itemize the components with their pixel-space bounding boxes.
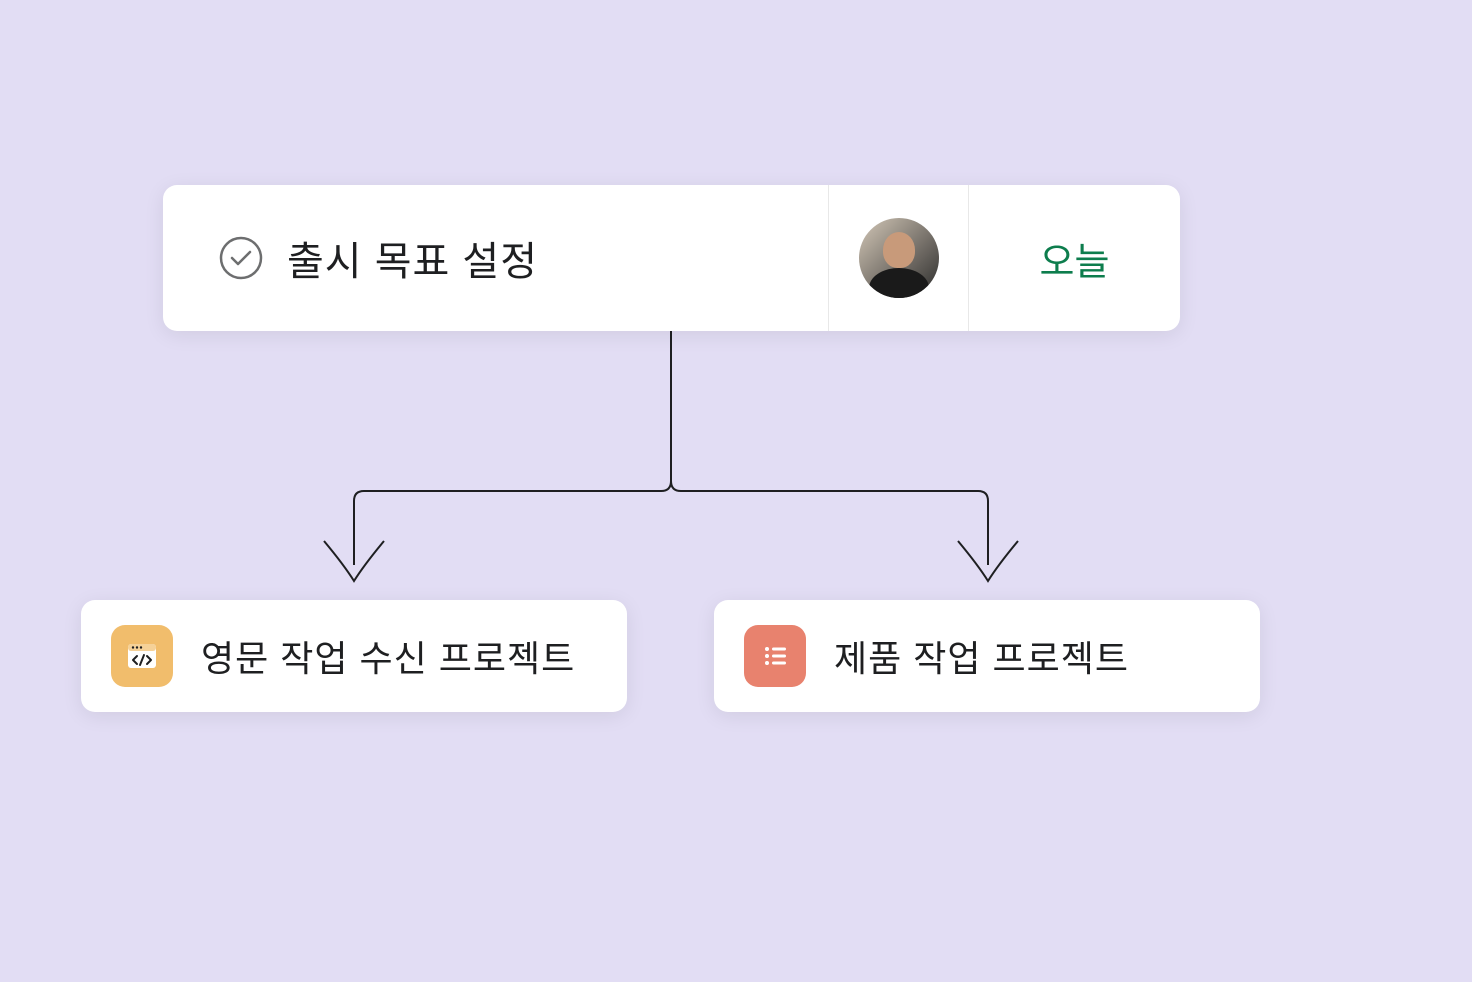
project-title-right: 제품 작업 프로젝트 <box>834 630 1129 682</box>
connector-lines <box>300 331 1042 601</box>
due-date-section[interactable]: 오늘 <box>968 185 1180 331</box>
project-card-right[interactable]: 제품 작업 프로젝트 <box>714 600 1260 712</box>
list-project-icon <box>744 625 806 687</box>
project-card-left[interactable]: 영문 작업 수신 프로젝트 <box>81 600 627 712</box>
task-card[interactable]: 출시 목표 설정 오늘 <box>163 185 1180 331</box>
avatar <box>859 218 939 298</box>
task-main-section: 출시 목표 설정 <box>163 185 828 331</box>
task-title: 출시 목표 설정 <box>287 229 538 287</box>
due-date-label: 오늘 <box>1040 231 1110 286</box>
assignee-section[interactable] <box>828 185 968 331</box>
code-project-icon <box>111 625 173 687</box>
checkmark-circle-icon[interactable] <box>219 236 263 280</box>
project-title-left: 영문 작업 수신 프로젝트 <box>201 630 575 682</box>
